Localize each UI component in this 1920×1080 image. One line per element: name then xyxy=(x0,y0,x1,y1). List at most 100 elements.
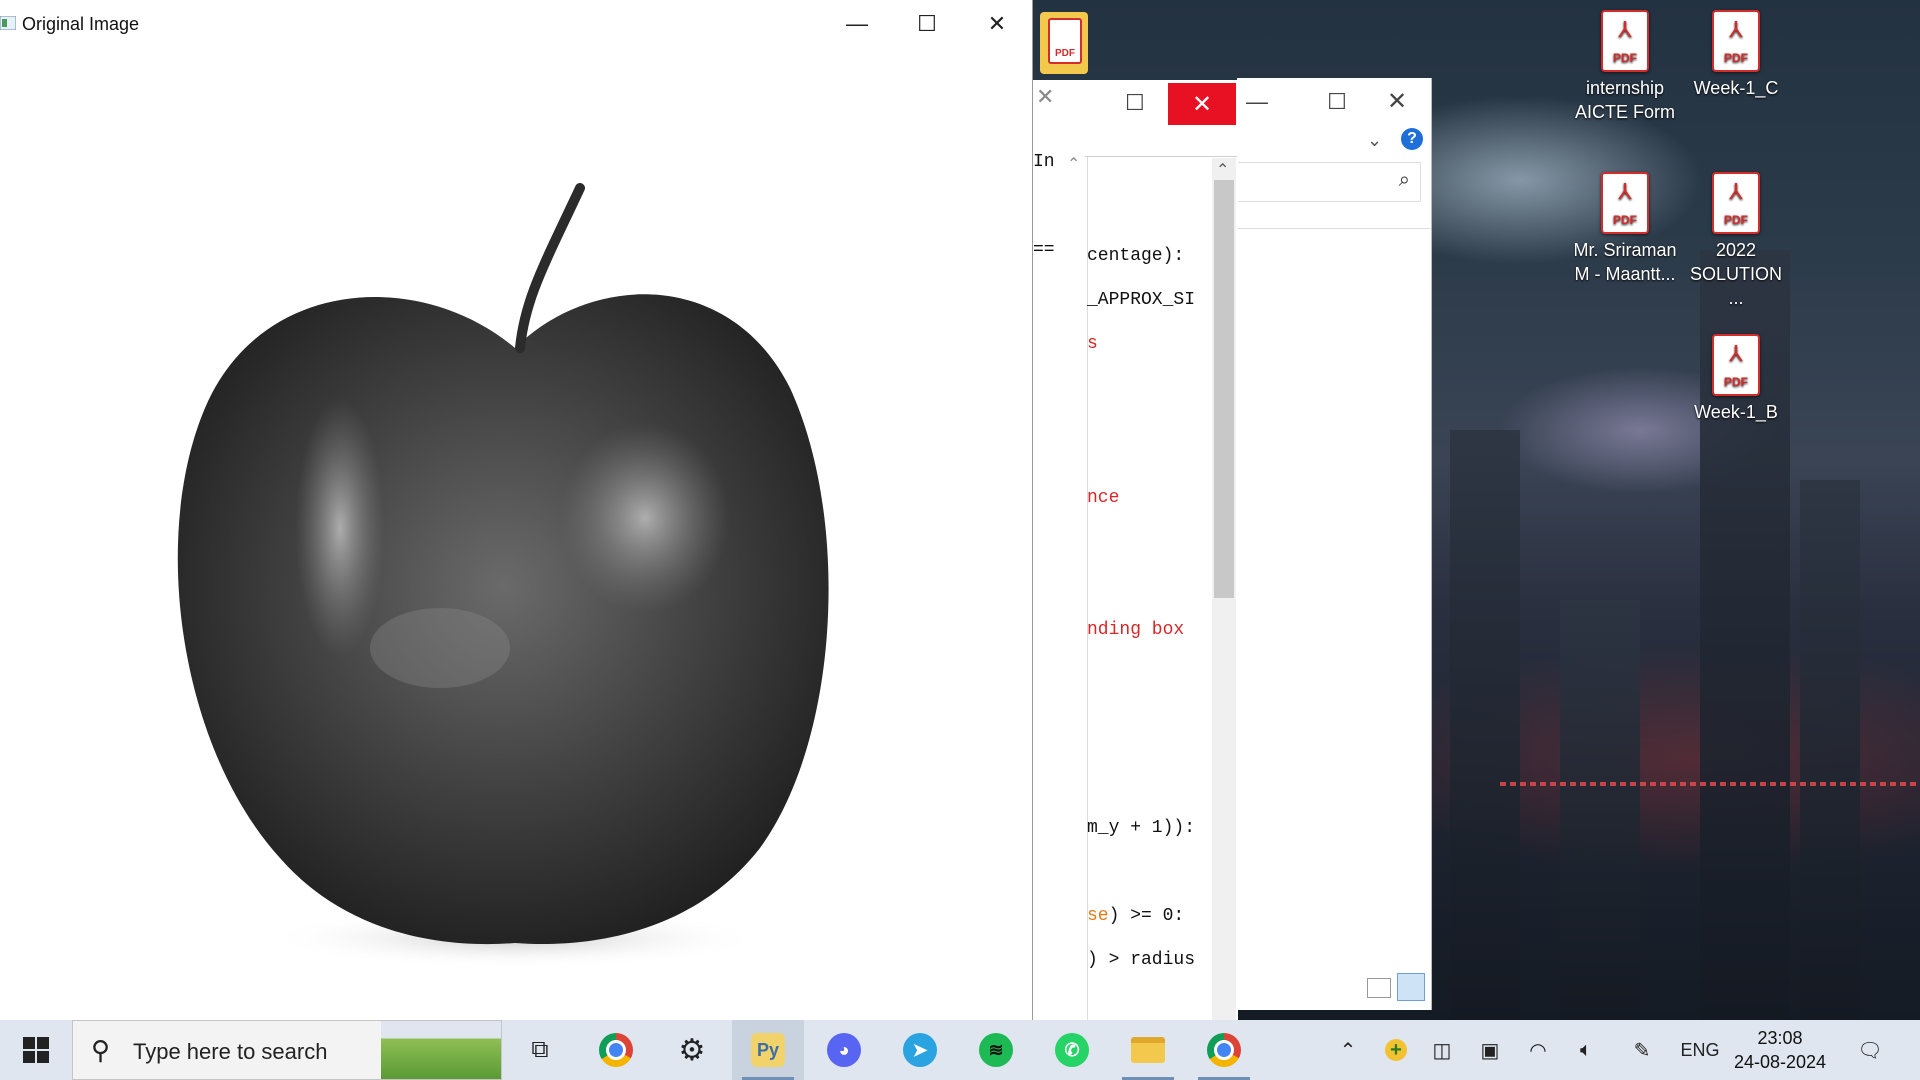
close-icon: ✕ xyxy=(987,11,1007,36)
details-view-icon[interactable] xyxy=(1367,978,1391,998)
notifications-button[interactable]: 🗨︎ xyxy=(1850,1020,1890,1080)
desktop-icon-sriraman[interactable]: ⅄ PDF Mr. Sriraman M - Maantt... xyxy=(1572,172,1678,286)
camera-icon: ◫ xyxy=(1432,1039,1452,1062)
large-icons-view-icon[interactable] xyxy=(1397,973,1425,1001)
code-line: ) > radius xyxy=(1087,950,1196,970)
wallpaper-red-lights xyxy=(1500,782,1920,786)
explorer-window: — ☐ ✕ ⌄ ? xyxy=(1237,78,1432,1010)
code-editor-window: In == ⌃ centage): _APPROX_SI s nce nding… xyxy=(1032,80,1238,1020)
wallpaper-tower xyxy=(1800,480,1860,1020)
scroll-up-icon[interactable]: ⌃ xyxy=(1216,160,1229,180)
chrome-taskbar-button[interactable] xyxy=(580,1020,652,1080)
whatsapp-icon: ✆ xyxy=(1055,1033,1089,1067)
pdf-file-icon: ⅄ PDF xyxy=(1601,10,1649,72)
telegram-taskbar-button[interactable]: ➤ xyxy=(884,1020,956,1080)
plus-icon: + xyxy=(1385,1039,1407,1061)
language-indicator[interactable]: ENG xyxy=(1676,1020,1724,1080)
settings-taskbar-button[interactable]: ⚙ xyxy=(656,1020,728,1080)
minimize-button[interactable]: — xyxy=(822,0,892,48)
pdf-file-icon: ⅄ PDF xyxy=(1601,172,1649,234)
pdf-folder-icon[interactable]: PDF xyxy=(1040,12,1088,74)
taskbar-search[interactable]: ⚲ Type here to search xyxy=(72,1020,502,1080)
wifi-icon: ◠ xyxy=(1529,1039,1547,1062)
divider xyxy=(1237,228,1431,229)
chrome-profile-icon xyxy=(1207,1033,1241,1067)
gear-icon: ⚙ xyxy=(678,1033,706,1067)
maximize-icon[interactable]: ☐ xyxy=(1317,82,1357,122)
grayscale-apple-image xyxy=(177,183,829,968)
gutter-text: In xyxy=(1033,152,1055,172)
tray-app-button[interactable]: + xyxy=(1378,1020,1414,1080)
minimize-icon: — xyxy=(846,11,868,36)
pen-tray-button[interactable]: ✎ xyxy=(1624,1020,1660,1080)
show-hidden-icons-button[interactable]: ⌃ xyxy=(1330,1020,1366,1080)
desktop-icon-internship[interactable]: ⅄ PDF internship AICTE Form xyxy=(1572,10,1678,124)
code-line: s xyxy=(1087,334,1098,354)
desktop-icon-label: Mr. Sriraman xyxy=(1573,240,1677,260)
wifi-tray-button[interactable]: ◠ xyxy=(1520,1020,1556,1080)
volume-icon: 🔈︎ xyxy=(1580,1038,1592,1061)
desktop-icon-week1c[interactable]: ⅄ PDF Week-1_C xyxy=(1683,10,1789,100)
display-tray-button[interactable]: ▣ xyxy=(1472,1020,1508,1080)
task-view-button[interactable]: ⧉ xyxy=(504,1020,576,1080)
maximize-icon[interactable]: ☐ xyxy=(1125,90,1145,116)
desktop-icon-label: Week-1_B xyxy=(1694,402,1778,422)
chevron-up-icon: ⌃ xyxy=(1339,1039,1357,1062)
image-canvas xyxy=(0,48,1032,1020)
desktop-icon-label: AICTE Form xyxy=(1574,102,1675,122)
close-button[interactable]: ✕ xyxy=(962,0,1032,48)
code-line: nce xyxy=(1087,488,1120,508)
chevron-down-icon[interactable]: ⌄ xyxy=(1367,130,1382,151)
code-line: nding box xyxy=(1087,620,1185,640)
pdf-file-icon: ⅄ PDF xyxy=(1712,334,1760,396)
spotify-icon: ≋ xyxy=(979,1033,1013,1067)
desktop-icon-label: internship xyxy=(1585,78,1665,98)
search-field[interactable]: ⌕ xyxy=(1237,162,1421,202)
windows-icon xyxy=(23,1037,49,1063)
wallpaper-tower xyxy=(1450,430,1520,1020)
close-icon[interactable]: ✕ xyxy=(1036,84,1054,110)
window-title: Original Image xyxy=(22,14,140,34)
clock-date: 24-08-2024 xyxy=(1733,1052,1827,1072)
search-icon: ⚲ xyxy=(91,1035,111,1065)
code-line: centage): xyxy=(1087,246,1185,266)
telegram-icon: ➤ xyxy=(903,1033,937,1067)
desktop-icon-2022-solution[interactable]: ⅄ PDF 2022 SOLUTION ... xyxy=(1683,172,1789,310)
search-icon: ⌕ xyxy=(1398,169,1410,191)
gutter-text: == xyxy=(1033,240,1055,260)
chrome-icon xyxy=(599,1033,633,1067)
desktop-icon-label: Week-1_C xyxy=(1693,78,1779,98)
clock-time: 23:08 xyxy=(1757,1028,1803,1048)
code-gutter: In == ⌃ xyxy=(1033,80,1088,1020)
desktop-icon-label: SOLUTION ... xyxy=(1689,264,1782,308)
close-icon: ✕ xyxy=(1191,90,1213,118)
help-icon[interactable]: ? xyxy=(1401,128,1423,150)
spotify-taskbar-button[interactable]: ≋ xyxy=(960,1020,1032,1080)
camera-tray-button[interactable]: ◫ xyxy=(1424,1020,1460,1080)
maximize-button[interactable]: ☐ xyxy=(892,0,962,48)
desktop-icon-label: M - Maantt... xyxy=(1574,264,1676,284)
python-file-icon: Py xyxy=(751,1033,785,1067)
start-button[interactable] xyxy=(0,1020,72,1080)
file-explorer-taskbar-button[interactable] xyxy=(1112,1020,1184,1080)
scrollbar-thumb[interactable] xyxy=(1214,180,1234,598)
search-placeholder: Type here to search xyxy=(133,1039,328,1064)
discord-taskbar-button[interactable]: ◕ xyxy=(808,1020,880,1080)
close-button[interactable]: ✕ xyxy=(1168,83,1236,125)
wallpaper-tower xyxy=(1560,600,1640,1020)
minimize-icon[interactable]: — xyxy=(1237,82,1277,122)
code-line: se) >= 0: xyxy=(1087,906,1185,926)
volume-tray-button[interactable]: 🔈︎ xyxy=(1568,1020,1604,1080)
desktop-icon-label: 2022 xyxy=(1715,240,1757,260)
close-icon[interactable]: ✕ xyxy=(1377,82,1417,122)
clock[interactable]: 23:08 24-08-2024 xyxy=(1720,1026,1840,1074)
chrome-profile-taskbar-button[interactable] xyxy=(1188,1020,1260,1080)
display-icon: ▣ xyxy=(1480,1039,1500,1062)
scroll-up-icon[interactable]: ⌃ xyxy=(1067,154,1080,174)
app-icon xyxy=(0,16,16,30)
desktop-icon-week1b[interactable]: ⅄ PDF Week-1_B xyxy=(1683,334,1789,424)
python-taskbar-button[interactable]: Py xyxy=(732,1020,804,1080)
whatsapp-taskbar-button[interactable]: ✆ xyxy=(1036,1020,1108,1080)
search-highlight-illustration xyxy=(381,1021,501,1079)
task-view-icon: ⧉ xyxy=(531,1036,549,1063)
